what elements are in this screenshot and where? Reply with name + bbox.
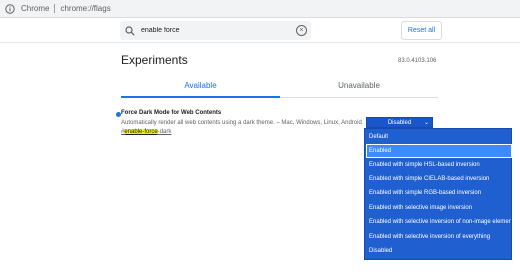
site-info-icon[interactable] (4, 3, 16, 15)
chevron-down-icon: ⌄ (423, 120, 429, 126)
clear-search-icon[interactable]: × (296, 25, 307, 36)
dropdown-option-cielab[interactable]: Enabled with simple CIELAB-based inversi… (367, 173, 511, 185)
flag-permalink[interactable]: #enable-force-dark (121, 129, 171, 135)
version-label: 83.0.4103.106 (398, 58, 437, 64)
dropdown-option-enabled[interactable]: Enabled (366, 144, 512, 158)
dropdown-option-disabled[interactable]: Disabled (367, 245, 511, 257)
tab-unavailable[interactable]: Unavailable (280, 78, 438, 92)
dropdown-option-rgb[interactable]: Enabled with simple RGB-based inversion (367, 187, 511, 199)
select-value: Disabled (387, 119, 412, 126)
active-tab-indicator (121, 96, 280, 98)
address-separator (54, 4, 56, 13)
dropdown-option-default[interactable]: Default (367, 131, 511, 143)
flag-link-suffix[interactable]: -dark (158, 129, 172, 135)
dropdown-option-everything-inversion[interactable]: Enabled with selective inversion of ever… (367, 231, 511, 243)
reset-all-button[interactable]: Reset all (401, 21, 442, 40)
search-box[interactable]: × (120, 21, 311, 40)
search-icon (125, 25, 137, 37)
site-label: Chrome (21, 4, 50, 13)
flag-state-select[interactable]: Disabled ⌄ (366, 117, 433, 128)
dropdown-option-hsl[interactable]: Enabled with simple HSL-based inversion (367, 159, 511, 171)
tab-available[interactable]: Available (121, 78, 280, 92)
dropdown-option-non-image-inversion[interactable]: Enabled with selective inversion of non-… (367, 216, 511, 228)
flag-title: Force Dark Mode for Web Contents (121, 110, 222, 116)
url-text[interactable]: chrome://flags (60, 4, 110, 13)
flag-description: Automatically render all web contents us… (121, 120, 362, 126)
flag-state-dropdown[interactable]: Default Enabled Enabled with simple HSL-… (364, 128, 512, 260)
flag-link-highlight[interactable]: enable-force (124, 129, 158, 135)
search-input[interactable] (141, 27, 301, 34)
address-bar[interactable]: Chrome chrome://flags (0, 0, 520, 18)
page-title: Experiments (121, 53, 188, 67)
dropdown-option-image-inversion[interactable]: Enabled with selective image inversion (367, 202, 511, 214)
